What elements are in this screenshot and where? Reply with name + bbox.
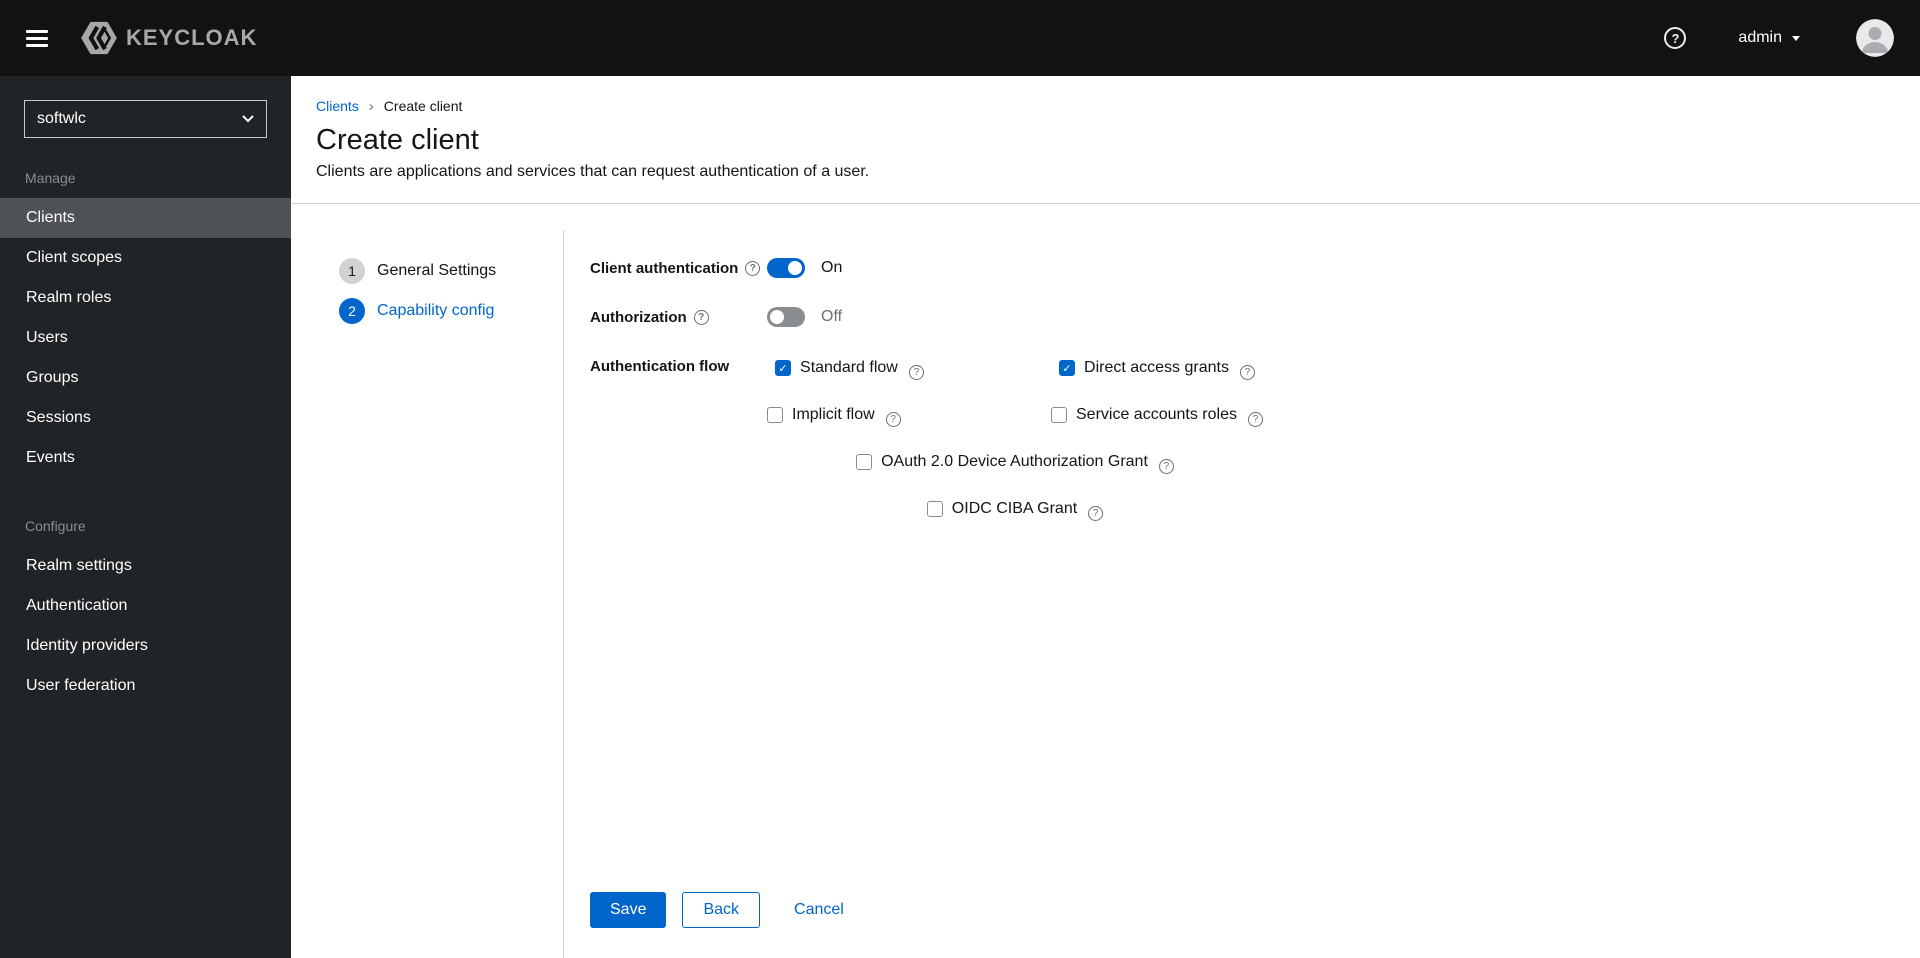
checkbox-box[interactable]: ✓ xyxy=(1059,360,1076,377)
breadcrumb-current: Create client xyxy=(383,98,463,114)
checkbox-box[interactable]: ✓ xyxy=(926,501,943,518)
help-icon[interactable]: ? xyxy=(1239,365,1255,381)
checkbox-row: ✓ Standard flow ? ✓ Direct access grants… xyxy=(775,356,1255,381)
checkbox-box[interactable]: ✓ xyxy=(767,407,783,424)
toggle-handle xyxy=(788,261,802,276)
sidebar-item-users[interactable]: Users xyxy=(0,318,291,358)
sidebar-item-clients[interactable]: Clients xyxy=(0,198,291,238)
checkbox-row: ✓ OIDC CIBA Grant ? xyxy=(926,497,1104,522)
save-button[interactable]: Save xyxy=(590,892,667,928)
avatar[interactable] xyxy=(1856,19,1894,57)
help-icon[interactable]: ? xyxy=(1664,27,1687,49)
brand-wordmark: KEYCLOAK xyxy=(126,25,258,50)
cancel-button[interactable]: Cancel xyxy=(794,901,844,919)
step-label: General Settings xyxy=(377,262,497,280)
hamburger-menu-icon[interactable] xyxy=(26,26,50,51)
help-icon[interactable]: ? xyxy=(1247,412,1263,428)
sidebar-item-events[interactable]: Events xyxy=(0,438,291,478)
masthead: KEYCLOAK ? admin xyxy=(0,0,1920,76)
breadcrumb-link-clients[interactable]: Clients xyxy=(316,98,359,114)
check-icon: ✓ xyxy=(778,361,788,375)
username: admin xyxy=(1738,29,1782,46)
breadcrumb-separator-icon: › xyxy=(368,97,374,115)
checkbox-row: ✓ Implicit flow ? ✓ Service accounts rol… xyxy=(767,403,1263,428)
sidebar-item-identity-providers[interactable]: Identity providers xyxy=(0,626,291,666)
chevron-down-icon xyxy=(242,115,254,123)
nav-list-configure: Realm settings Authentication Identity p… xyxy=(0,546,291,706)
keycloak-logo: KEYCLOAK xyxy=(80,21,257,55)
capability-config-form: Client authentication ? On Authorization… xyxy=(564,204,1920,958)
keycloak-admin-console: KEYCLOAK ? admin softwlc Manage Clients … xyxy=(0,0,1920,958)
authentication-flow-label: Authentication flow xyxy=(590,358,730,376)
create-client-wizard: 1 General Settings 2 Capability config C… xyxy=(291,204,1920,958)
nav-list-manage: Clients Client scopes Realm roles Users … xyxy=(0,198,291,478)
client-authentication-label: Client authentication ? xyxy=(590,258,767,277)
step-number-badge: 2 xyxy=(339,298,365,325)
authorization-label: Authorization ? xyxy=(590,307,767,326)
sidebar-item-realm-roles[interactable]: Realm roles xyxy=(0,278,291,318)
sidebar-item-sessions[interactable]: Sessions xyxy=(0,398,291,438)
back-button[interactable]: Back xyxy=(682,892,761,928)
user-menu[interactable]: admin xyxy=(1738,29,1800,47)
page-subtitle: Clients are applications and services th… xyxy=(316,163,870,181)
sidebar-item-realm-settings[interactable]: Realm settings xyxy=(0,546,291,586)
check-icon: ✓ xyxy=(1062,361,1072,375)
toggle-handle xyxy=(770,310,784,325)
help-icon[interactable]: ? xyxy=(745,261,761,277)
client-authentication-toggle[interactable] xyxy=(767,258,805,279)
help-icon[interactable]: ? xyxy=(1088,506,1104,522)
avatar-icon xyxy=(1856,19,1894,57)
main-content: Clients › Create client Create client Cl… xyxy=(291,76,1920,958)
checkbox-standard-flow[interactable]: ✓ Standard flow ? xyxy=(775,356,1059,381)
help-icon[interactable]: ? xyxy=(908,365,924,381)
nav-section-configure: Configure xyxy=(25,518,86,534)
sidebar-item-authentication[interactable]: Authentication xyxy=(0,586,291,626)
wizard-steps-nav: 1 General Settings 2 Capability config xyxy=(291,204,563,958)
form-row-authentication-flow: Authentication flow ✓ Standard flow ? ✓ … xyxy=(590,356,1920,544)
sidebar: softwlc Manage Clients Client scopes Rea… xyxy=(0,76,291,958)
checkbox-direct-access-grants[interactable]: ✓ Direct access grants ? xyxy=(1059,356,1255,381)
caret-down-icon xyxy=(1792,35,1800,41)
sidebar-item-user-federation[interactable]: User federation xyxy=(0,666,291,706)
checkbox-service-accounts-roles[interactable]: ✓ Service accounts roles ? xyxy=(1051,403,1263,428)
checkbox-box[interactable]: ✓ xyxy=(856,454,873,471)
sidebar-item-client-scopes[interactable]: Client scopes xyxy=(0,238,291,278)
authorization-toggle[interactable] xyxy=(767,307,805,328)
client-authentication-state: On xyxy=(821,259,843,277)
checkbox-row: ✓ OAuth 2.0 Device Authorization Grant ? xyxy=(856,450,1174,475)
checkbox-oidc-ciba-grant[interactable]: ✓ OIDC CIBA Grant ? xyxy=(926,497,1104,522)
checkbox-box[interactable]: ✓ xyxy=(775,360,792,377)
form-row-client-authentication: Client authentication ? On xyxy=(590,258,1920,282)
checkbox-box[interactable]: ✓ xyxy=(1051,407,1067,424)
wizard-step-capability-config[interactable]: 2 Capability config xyxy=(339,298,563,325)
realm-name: softwlc xyxy=(37,110,86,127)
keycloak-logo-icon xyxy=(81,21,117,55)
page-header: Create client Clients are applications a… xyxy=(291,114,1920,181)
sidebar-item-groups[interactable]: Groups xyxy=(0,358,291,398)
form-fields: Client authentication ? On Authorization… xyxy=(590,258,1920,892)
step-number-badge: 1 xyxy=(339,258,365,285)
masthead-toolbar: ? admin xyxy=(1664,19,1894,57)
authorization-state: Off xyxy=(821,308,843,326)
help-icon[interactable]: ? xyxy=(1158,459,1174,475)
checkbox-oauth-device-authorization-grant[interactable]: ✓ OAuth 2.0 Device Authorization Grant ? xyxy=(856,450,1174,475)
form-actions: Save Back Cancel xyxy=(590,892,1920,958)
breadcrumb: Clients › Create client xyxy=(291,76,1920,114)
step-label: Capability config xyxy=(377,302,495,320)
nav-section-manage: Manage xyxy=(25,170,76,186)
help-icon[interactable]: ? xyxy=(885,412,901,428)
checkbox-implicit-flow[interactable]: ✓ Implicit flow ? xyxy=(767,403,1051,428)
help-icon[interactable]: ? xyxy=(693,310,709,326)
wizard-step-general-settings[interactable]: 1 General Settings xyxy=(339,258,563,285)
page-title: Create client xyxy=(316,124,479,156)
realm-selector[interactable]: softwlc xyxy=(24,100,267,138)
form-row-authorization: Authorization ? Off xyxy=(590,307,1920,331)
